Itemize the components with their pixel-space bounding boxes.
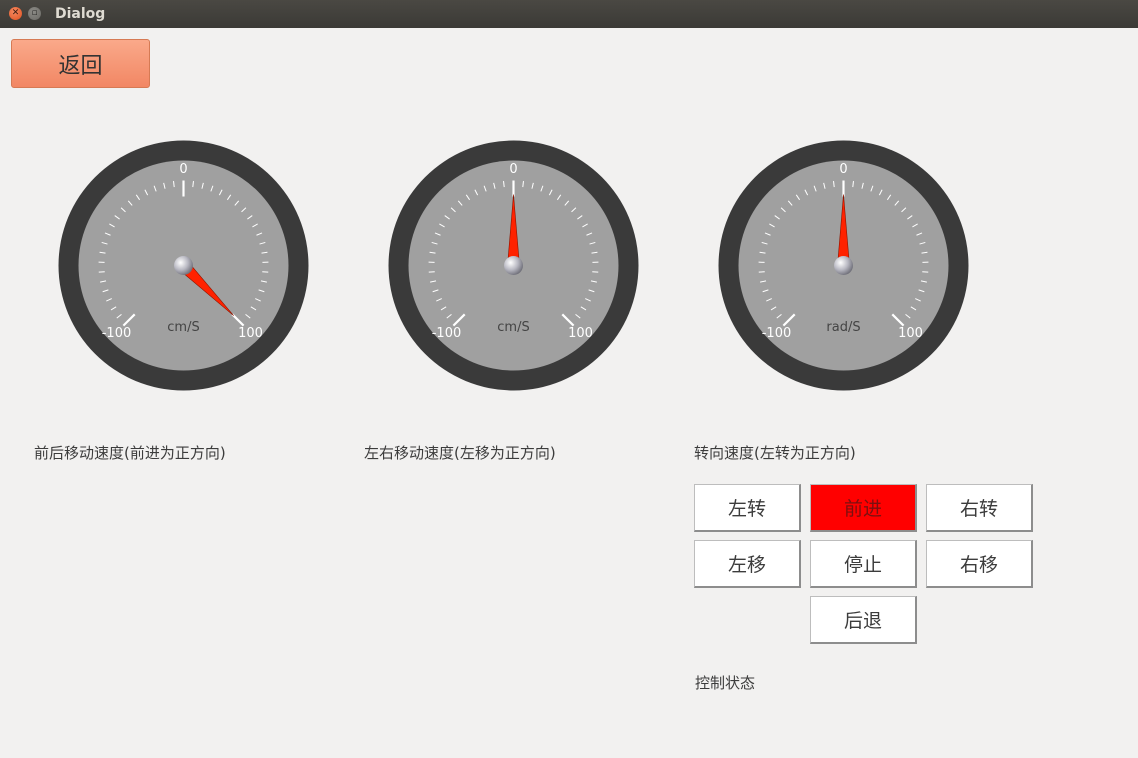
forward-speed-gauge: 0 -100 100 cm/S <box>58 140 309 391</box>
gauge-zero-label: 0 <box>509 162 517 177</box>
control-status-label: 控制状态 <box>695 674 756 692</box>
minor-tick <box>503 181 505 188</box>
lateral-speed-caption: 左右移动速度(左移为正方向) <box>364 444 556 462</box>
gauge-hub <box>174 256 193 275</box>
turn-speed-gauge: 0 -100 100 rad/S <box>718 140 969 391</box>
gauge-zero-label: 0 <box>179 162 187 177</box>
gauge-dial: 0 -100 100 cm/S <box>58 140 309 391</box>
gauge-hub <box>834 256 853 275</box>
gauge-unit-label: rad/S <box>826 320 860 335</box>
minor-tick <box>192 181 194 188</box>
minimize-icon[interactable]: ▫ <box>28 7 41 20</box>
gauge-dial: 0 -100 100 rad/S <box>718 140 969 391</box>
minor-tick <box>522 181 524 188</box>
gauge-unit-label: cm/S <box>167 320 199 335</box>
close-icon[interactable]: ✕ <box>9 7 22 20</box>
turn-right-button[interactable]: 右转 <box>926 484 1033 532</box>
title-bar: ✕ ▫ Dialog <box>0 0 1138 28</box>
lateral-speed-gauge: 0 -100 100 cm/S <box>388 140 639 391</box>
back-button[interactable]: 返回 <box>11 39 150 88</box>
window-title: Dialog <box>55 6 106 22</box>
gauge-max-label: 100 <box>568 326 593 341</box>
minor-tick <box>173 181 175 188</box>
minor-tick <box>833 181 835 188</box>
gauge-max-label: 100 <box>898 326 923 341</box>
turn-speed-caption: 转向速度(左转为正方向) <box>694 444 856 462</box>
gauge-dial: 0 -100 100 cm/S <box>388 140 639 391</box>
move-right-button[interactable]: 右移 <box>926 540 1033 588</box>
gauge-min-label: -100 <box>432 326 462 341</box>
minor-tick <box>852 181 854 188</box>
gauge-max-label: 100 <box>238 326 263 341</box>
stop-button[interactable]: 停止 <box>810 540 917 588</box>
move-left-button[interactable]: 左移 <box>694 540 801 588</box>
gauge-min-label: -100 <box>762 326 792 341</box>
forward-button[interactable]: 前进 <box>810 484 917 532</box>
backward-button[interactable]: 后退 <box>810 596 917 644</box>
gauge-zero-label: 0 <box>839 162 847 177</box>
turn-left-button[interactable]: 左转 <box>694 484 801 532</box>
gauge-hub <box>504 256 523 275</box>
gauge-unit-label: cm/S <box>497 320 529 335</box>
gauge-min-label: -100 <box>102 326 132 341</box>
forward-speed-caption: 前后移动速度(前进为正方向) <box>34 444 226 462</box>
